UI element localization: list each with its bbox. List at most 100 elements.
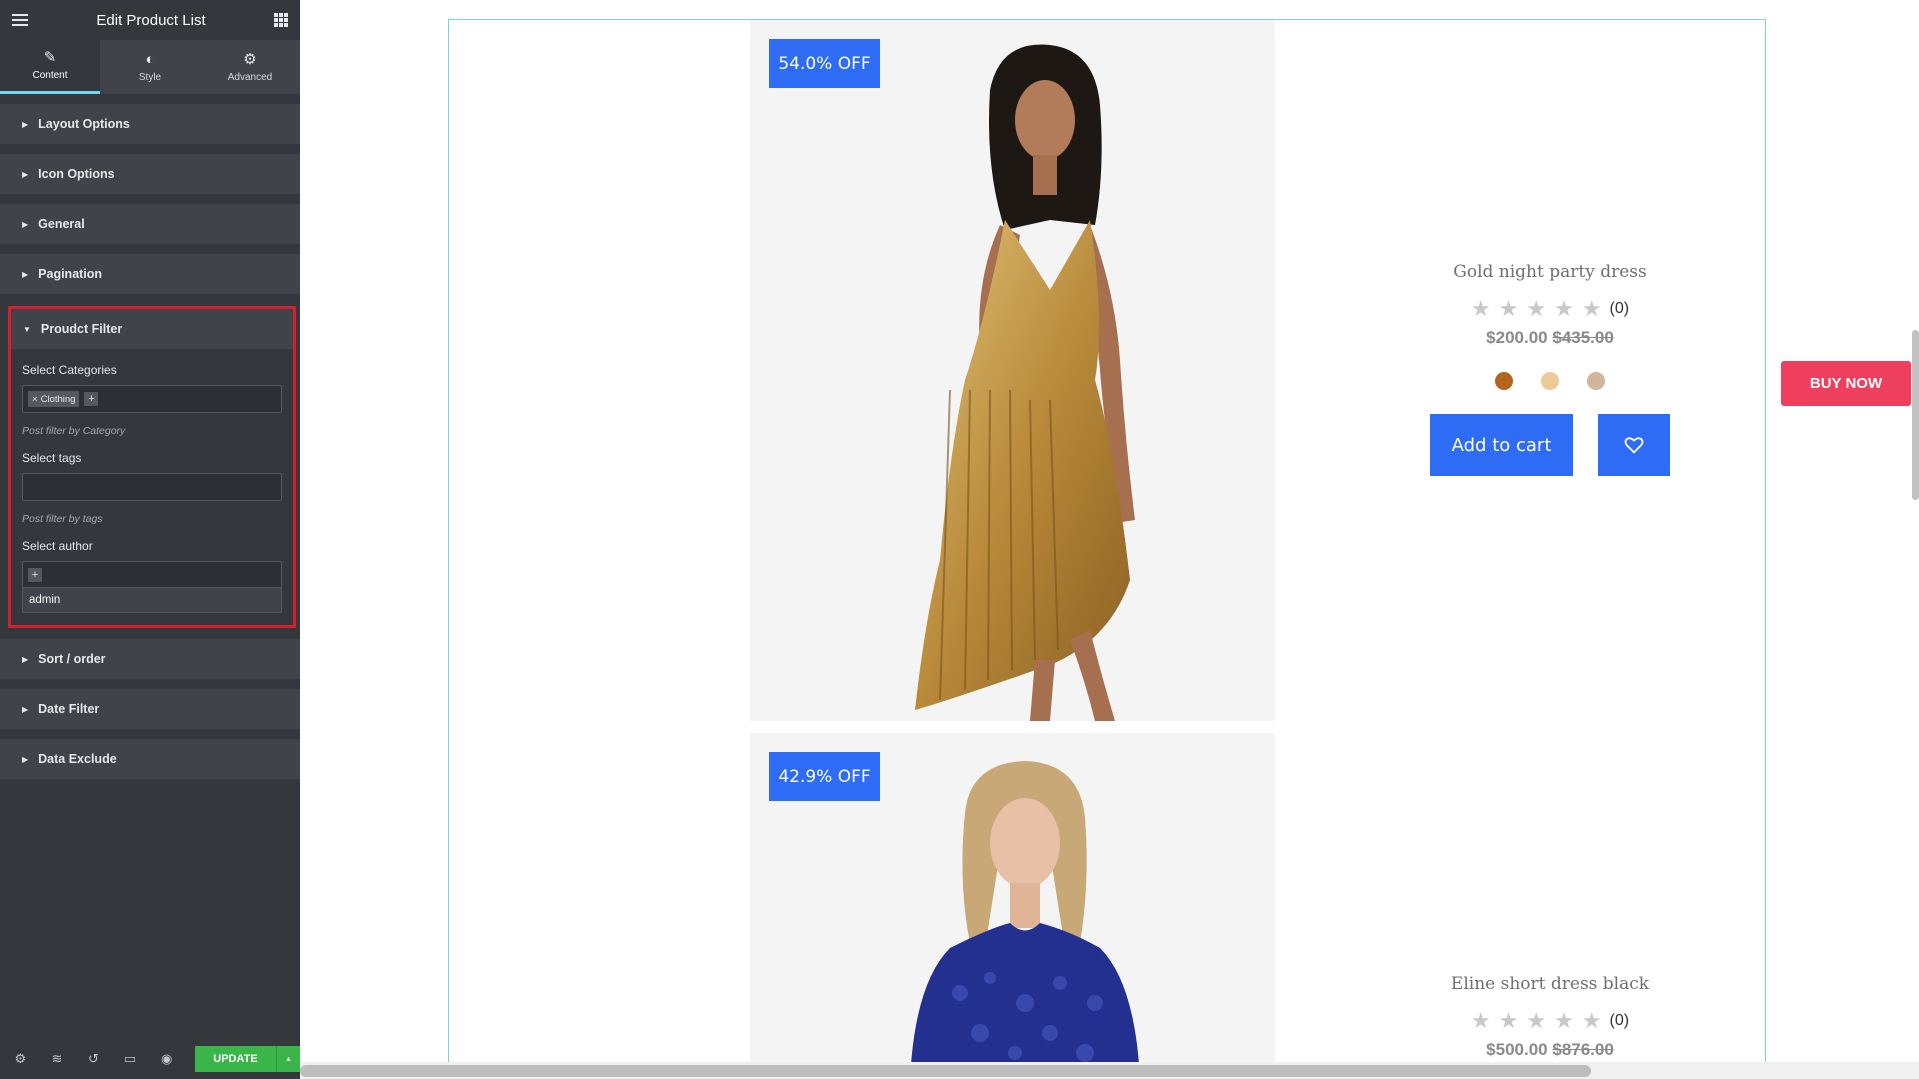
tab-style[interactable]: ◐ Style bbox=[100, 40, 200, 94]
color-swatch[interactable] bbox=[1539, 370, 1561, 392]
star-icon: ★ bbox=[1526, 296, 1547, 321]
author-input-row[interactable]: + bbox=[23, 562, 281, 588]
horizontal-scrollbar-thumb[interactable] bbox=[300, 1065, 1591, 1077]
section-product-filter[interactable]: ▼ Proudct Filter bbox=[11, 309, 293, 349]
gold-dress-model-image bbox=[915, 44, 1135, 721]
layers-icon[interactable]: ≋ bbox=[49, 1051, 66, 1067]
panel-tabs: ✎ Content ◐ Style ⚙ Advanced bbox=[0, 40, 300, 94]
section-label: Sort / order bbox=[38, 652, 106, 666]
regular-price: $435.00 bbox=[1552, 328, 1614, 347]
remove-x-icon[interactable]: × bbox=[32, 394, 38, 405]
categories-hint: Post filter by Category bbox=[22, 425, 126, 437]
heart-icon bbox=[1624, 437, 1644, 454]
rating-stars: ★ ★ ★ ★ ★ (0) bbox=[1400, 296, 1700, 322]
wishlist-button[interactable] bbox=[1598, 414, 1670, 476]
buy-now-button[interactable]: BUY NOW bbox=[1781, 361, 1911, 406]
section-date-filter[interactable]: ▶ Date Filter bbox=[0, 689, 300, 729]
product-info: Gold night party dress ★ ★ ★ ★ ★ (0) $20… bbox=[1400, 262, 1700, 476]
product-title[interactable]: Gold night party dress bbox=[1400, 262, 1700, 282]
tab-content[interactable]: ✎ Content bbox=[0, 40, 100, 94]
product-info: Eline short dress black ★ ★ ★ ★ ★ (0) $5… bbox=[1400, 974, 1700, 1060]
category-chip[interactable]: × Clothing bbox=[28, 391, 80, 407]
caret-right-icon: ▶ bbox=[22, 119, 29, 129]
section-sort-order[interactable]: ▶ Sort / order bbox=[0, 639, 300, 679]
caret-right-icon: ▶ bbox=[22, 169, 29, 179]
tags-select[interactable] bbox=[22, 473, 282, 501]
pencil-icon: ✎ bbox=[43, 49, 57, 66]
star-icon: ★ bbox=[1554, 296, 1574, 321]
rating-stars: ★ ★ ★ ★ ★ (0) bbox=[1400, 1008, 1700, 1034]
sections-top: ▶ Layout Options ▶ Icon Options ▶ Genera… bbox=[0, 104, 300, 294]
tab-style-label: Style bbox=[138, 71, 162, 83]
section-icon-options[interactable]: ▶ Icon Options bbox=[0, 154, 300, 194]
update-options-caret-up-icon[interactable]: ▲ bbox=[275, 1046, 300, 1072]
star-icon: ★ bbox=[1581, 1008, 1602, 1033]
caret-right-icon: ▶ bbox=[22, 704, 29, 714]
widgets-grid-icon[interactable] bbox=[274, 13, 288, 27]
price: $200.00 $435.00 bbox=[1400, 328, 1700, 348]
settings-icon[interactable]: ⚙ bbox=[12, 1051, 29, 1067]
star-icon: ★ bbox=[1526, 1008, 1547, 1033]
tab-advanced[interactable]: ⚙ Advanced bbox=[200, 40, 300, 94]
author-label: Select author bbox=[22, 539, 93, 553]
panel-title: Edit Product List bbox=[96, 11, 206, 29]
half-circle-icon: ◐ bbox=[145, 50, 155, 68]
regular-price: $876.00 bbox=[1552, 1040, 1614, 1059]
section-label: Date Filter bbox=[38, 702, 100, 716]
star-icon: ★ bbox=[1498, 296, 1519, 321]
product-image[interactable]: 54.0% OFF bbox=[750, 20, 1275, 721]
editor-panel: Edit Product List ✎ Content ◐ Style ⚙ Ad… bbox=[0, 0, 300, 1079]
categories-label: Select Categories bbox=[22, 363, 117, 377]
section-data-exclude[interactable]: ▶ Data Exclude bbox=[0, 739, 300, 779]
product-filter-section: ▼ Proudct Filter Select Categories × Clo… bbox=[8, 306, 296, 628]
product-actions: Add to cart bbox=[1400, 414, 1700, 476]
color-swatch[interactable] bbox=[1493, 370, 1515, 392]
price: $500.00 $876.00 bbox=[1400, 1040, 1700, 1060]
author-select[interactable]: + admin bbox=[22, 561, 282, 613]
categories-select[interactable]: × Clothing + bbox=[22, 385, 282, 413]
caret-right-icon: ▶ bbox=[22, 219, 29, 229]
add-to-cart-button[interactable]: Add to cart bbox=[1430, 414, 1573, 476]
product-title[interactable]: Eline short dress black bbox=[1400, 974, 1700, 994]
caret-right-icon: ▶ bbox=[22, 754, 29, 764]
star-icon: ★ bbox=[1581, 296, 1602, 321]
section-label: Layout Options bbox=[38, 117, 130, 131]
update-button[interactable]: UPDATE bbox=[194, 1046, 276, 1072]
history-icon[interactable]: ↺ bbox=[85, 1051, 102, 1067]
star-icon: ★ bbox=[1498, 1008, 1519, 1033]
section-layout-options[interactable]: ▶ Layout Options bbox=[0, 104, 300, 144]
section-pagination[interactable]: ▶ Pagination bbox=[0, 254, 300, 294]
preview-eye-icon[interactable]: ◉ bbox=[158, 1051, 175, 1067]
update-button-group: UPDATE ▲ bbox=[194, 1046, 300, 1072]
sections-bottom: ▶ Sort / order ▶ Date Filter ▶ Data Excl… bbox=[0, 639, 300, 789]
vertical-scrollbar[interactable] bbox=[1912, 330, 1919, 500]
color-swatches bbox=[1400, 370, 1700, 392]
caret-down-icon: ▼ bbox=[23, 324, 31, 334]
author-option[interactable]: admin bbox=[23, 588, 281, 612]
tags-label: Select tags bbox=[22, 451, 82, 465]
discount-badge: 54.0% OFF bbox=[769, 39, 880, 88]
tab-advanced-label: Advanced bbox=[227, 71, 273, 83]
star-icon: ★ bbox=[1470, 1008, 1491, 1033]
add-plus-icon[interactable]: + bbox=[84, 392, 99, 406]
add-plus-icon[interactable]: + bbox=[28, 567, 42, 582]
tab-content-label: Content bbox=[32, 70, 68, 81]
rating-count: (0) bbox=[1609, 300, 1630, 317]
panel-header: Edit Product List bbox=[0, 0, 300, 40]
section-label: Icon Options bbox=[38, 167, 115, 181]
hamburger-menu-icon[interactable] bbox=[12, 14, 28, 26]
tags-hint: Post filter by tags bbox=[22, 513, 103, 525]
rating-count: (0) bbox=[1609, 1012, 1630, 1029]
color-swatch[interactable] bbox=[1585, 370, 1607, 392]
sale-price: $500.00 bbox=[1486, 1040, 1548, 1059]
gear-icon: ⚙ bbox=[243, 50, 257, 68]
product-image[interactable]: 42.9% OFF bbox=[750, 733, 1275, 1079]
section-label: General bbox=[38, 217, 85, 231]
star-icon: ★ bbox=[1554, 1008, 1574, 1033]
section-label: Data Exclude bbox=[38, 752, 117, 766]
responsive-icon[interactable]: ▭ bbox=[122, 1051, 139, 1067]
discount-badge: 42.9% OFF bbox=[769, 752, 880, 801]
star-icon: ★ bbox=[1470, 296, 1491, 321]
section-general[interactable]: ▶ General bbox=[0, 204, 300, 244]
section-label: Proudct Filter bbox=[40, 322, 123, 336]
